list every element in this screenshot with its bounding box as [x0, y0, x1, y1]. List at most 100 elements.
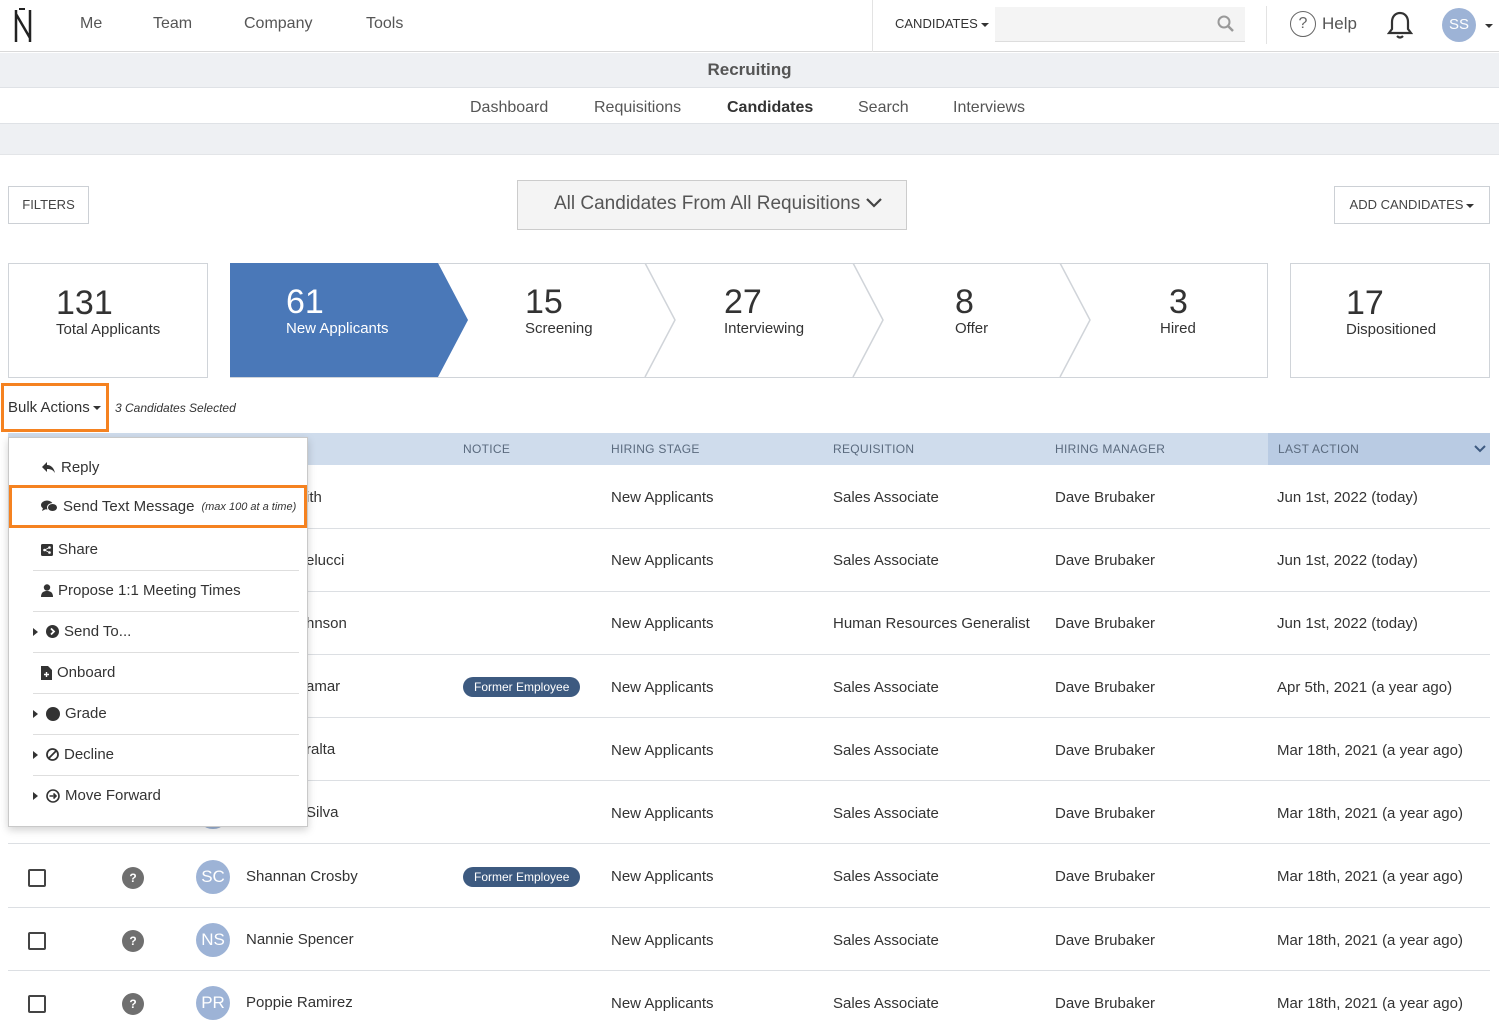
stage-hired[interactable]: 3 Hired — [1092, 263, 1267, 378]
selected-count-note: 3 Candidates Selected — [115, 401, 236, 415]
question-icon[interactable]: ? — [122, 930, 144, 952]
section-title: Recruiting — [0, 53, 1499, 88]
last-action: Jun 1st, 2022 (today) — [1277, 615, 1418, 632]
nav-team[interactable]: Team — [153, 15, 192, 33]
expand-arrow-icon — [33, 791, 38, 800]
add-candidates-button[interactable]: ADD CANDIDATES — [1334, 186, 1490, 224]
hiring-manager: Dave Brubaker — [1055, 489, 1156, 506]
search-scope-label: CANDIDATES — [895, 16, 978, 31]
requisition-select[interactable]: All Candidates From All Requisitions — [517, 180, 907, 230]
logo-icon[interactable] — [12, 6, 36, 44]
requisition[interactable]: Sales Associate — [833, 868, 939, 885]
candidate-avatar: SC — [196, 860, 230, 894]
candidate-name[interactable]: Shannan Crosby — [246, 868, 358, 885]
requisition[interactable]: Sales Associate — [833, 679, 939, 696]
candidate-name[interactable]: Poppie Ramirez — [246, 994, 353, 1011]
tab-interviews[interactable]: Interviews — [953, 99, 1025, 117]
file-plus-icon — [41, 665, 52, 680]
menu-item-grade[interactable]: Grade — [33, 705, 299, 722]
menu-item-onboard[interactable]: Onboard — [41, 664, 307, 681]
row-checkbox[interactable] — [28, 995, 46, 1013]
dispositioned-card[interactable]: 17 Dispositioned — [1290, 263, 1490, 378]
column-last-action[interactable]: LAST ACTION — [1268, 433, 1490, 465]
requisition[interactable]: Sales Associate — [833, 995, 939, 1012]
stage-hired-count: 3 — [1169, 283, 1188, 321]
candidate-avatar: NS — [196, 923, 230, 957]
menu-divider — [33, 775, 299, 776]
help-label: Help — [1322, 14, 1357, 33]
menu-item-decline-label: Decline — [64, 746, 115, 763]
hiring-stage: New Applicants — [611, 552, 714, 569]
total-applicants-label: Total Applicants — [56, 321, 161, 338]
column-hiring-manager[interactable]: HIRING MANAGER — [1055, 442, 1165, 456]
nav-me[interactable]: Me — [80, 15, 102, 33]
caret-down-icon — [1466, 203, 1475, 208]
help-icon: ? — [1290, 11, 1316, 37]
bulk-actions-button[interactable]: Bulk Actions — [8, 399, 101, 416]
menu-item-reply[interactable]: Reply — [41, 459, 307, 476]
stage-screening[interactable]: 15 Screening — [470, 263, 645, 378]
row-checkbox[interactable] — [28, 932, 46, 950]
menu-item-share[interactable]: Share — [41, 541, 307, 558]
tab-requisitions[interactable]: Requisitions — [594, 99, 681, 117]
candidate-avatar: PR — [196, 986, 230, 1020]
user-avatar[interactable]: SS — [1442, 8, 1476, 42]
stage-screening-label: Screening — [525, 320, 593, 337]
question-icon[interactable]: ? — [122, 993, 144, 1015]
menu-item-share-label: Share — [58, 541, 99, 558]
column-requisition[interactable]: REQUISITION — [833, 442, 914, 456]
requisition[interactable]: Sales Associate — [833, 552, 939, 569]
candidate-name[interactable]: ith — [306, 489, 322, 506]
total-applicants-card[interactable]: 131 Total Applicants — [8, 263, 208, 378]
tab-dashboard[interactable]: Dashboard — [470, 99, 548, 117]
search-scope-select[interactable]: CANDIDATES — [872, 0, 992, 52]
stage-offer[interactable]: 8 Offer — [885, 263, 1060, 378]
table-row[interactable]: ? PR Poppie Ramirez New Applicants Sales… — [8, 971, 1490, 1022]
bell-icon[interactable] — [1387, 10, 1413, 40]
menu-item-decline[interactable]: Decline — [33, 746, 299, 763]
candidate-name[interactable]: elucci — [306, 552, 344, 569]
menu-item-send-to-label: Send To... — [64, 623, 132, 640]
stage-new-applicants-label: New Applicants — [286, 320, 389, 337]
user-menu-caret-icon[interactable] — [1485, 24, 1493, 28]
row-checkbox[interactable] — [28, 869, 46, 887]
column-hiring-stage[interactable]: HIRING STAGE — [611, 442, 700, 456]
total-applicants-count: 131 — [56, 284, 113, 322]
search-icon[interactable] — [1217, 15, 1235, 33]
requisition[interactable]: Sales Associate — [833, 489, 939, 506]
requisition[interactable]: Human Resources Generalist — [833, 615, 1030, 632]
help-link[interactable]: ? Help — [1290, 11, 1357, 37]
requisition[interactable]: Sales Associate — [833, 932, 939, 949]
chevron-down-icon — [866, 198, 882, 208]
question-icon[interactable]: ? — [122, 867, 144, 889]
stage-interviewing-label: Interviewing — [724, 320, 805, 337]
menu-divider — [33, 693, 299, 694]
candidate-name[interactable]: amar — [306, 678, 340, 695]
former-employee-badge: Former Employee — [463, 867, 581, 887]
candidate-name[interactable]: ralta — [306, 741, 335, 758]
candidate-name[interactable]: hnson — [306, 615, 347, 632]
dispositioned-count: 17 — [1346, 284, 1384, 322]
requisition[interactable]: Sales Associate — [833, 742, 939, 759]
search-input[interactable] — [995, 7, 1245, 42]
menu-item-propose-meeting[interactable]: Propose 1:1 Meeting Times — [41, 582, 307, 599]
tab-search[interactable]: Search — [858, 99, 909, 117]
menu-item-reply-label: Reply — [61, 459, 100, 476]
last-action: Apr 5th, 2021 (a year ago) — [1277, 679, 1453, 696]
column-notice[interactable]: NOTICE — [463, 442, 510, 456]
requisition-select-value: All Candidates From All Requisitions — [554, 193, 861, 214]
menu-item-move-forward[interactable]: Move Forward — [33, 787, 299, 804]
table-row[interactable]: ? SC Shannan Crosby Former Employee New … — [8, 845, 1490, 908]
menu-divider — [33, 652, 299, 653]
table-row[interactable]: ? NS Nannie Spencer New Applicants Sales… — [8, 908, 1490, 971]
nav-tools[interactable]: Tools — [366, 15, 403, 33]
menu-item-send-to[interactable]: Send To... — [33, 623, 299, 640]
nav-company[interactable]: Company — [244, 15, 312, 33]
candidate-name[interactable]: Nannie Spencer — [246, 931, 354, 948]
tab-candidates[interactable]: Candidates — [727, 99, 813, 117]
stage-new-applicants[interactable]: 61 New Applicants — [230, 263, 468, 378]
stage-interviewing[interactable]: 27 Interviewing — [677, 263, 853, 378]
candidate-name[interactable]: Silva — [306, 804, 339, 821]
filters-button[interactable]: FILTERS — [8, 186, 89, 224]
requisition[interactable]: Sales Associate — [833, 805, 939, 822]
